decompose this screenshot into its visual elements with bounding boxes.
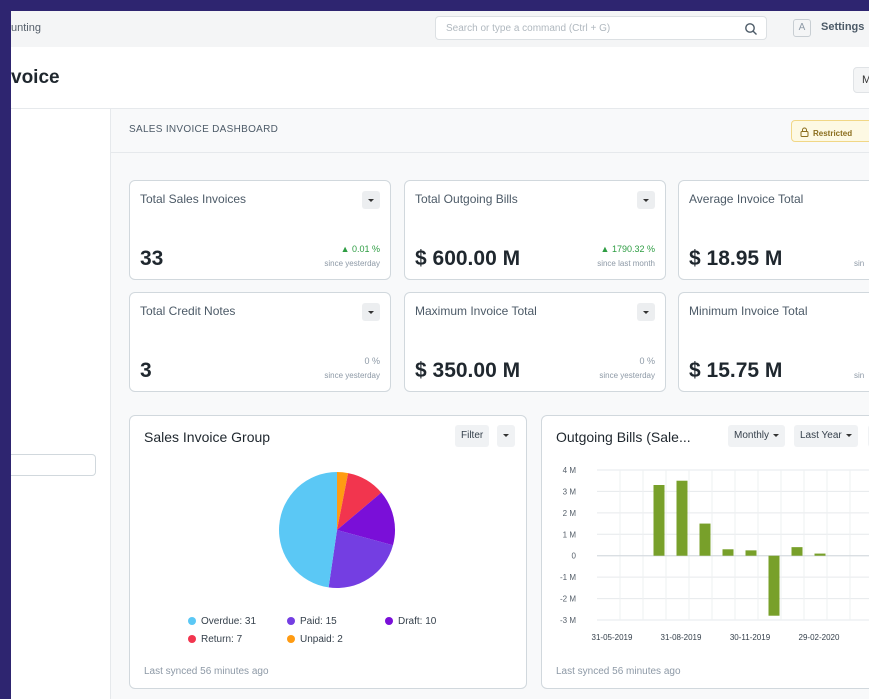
search-placeholder: Search or type a command (Ctrl + G) <box>446 23 611 34</box>
card-title: Minimum Invoice Total <box>689 304 808 318</box>
card-delta: 0 % <box>364 356 380 366</box>
bar <box>699 523 711 556</box>
card-delta: 0 % <box>639 356 655 366</box>
restricted-label: Restricted <box>813 129 853 138</box>
legend-dot <box>287 635 295 643</box>
bar <box>814 553 826 556</box>
bar-chart: 4 M 3 M 2 M 1 M 0 -1 M -2 M -3 M 31-05-2019 31-08… <box>560 466 869 642</box>
card-since: sin <box>854 259 865 268</box>
settings-menu[interactable]: Settings <box>821 21 864 33</box>
x-tick-label: 31-08-2019 <box>661 633 702 642</box>
y-tick-label: 3 M <box>563 487 577 496</box>
card-value: $ 15.75 M <box>689 359 783 382</box>
card-since: since last month <box>597 259 655 268</box>
bar <box>653 485 665 556</box>
legend-label: Overdue: 31 <box>201 616 257 627</box>
card-dropdown-button[interactable] <box>362 303 380 321</box>
card-total-sales-invoices: Total Sales Invoices 33 ▲ 0.01 % since y… <box>129 180 391 280</box>
dashboard-title: SALES INVOICE DASHBOARD <box>129 124 279 135</box>
x-tick-label: 29-02-2020 <box>799 633 840 642</box>
legend-item-return: Return: 7 <box>188 634 242 645</box>
legend-dot <box>188 617 196 625</box>
legend-dot <box>188 635 196 643</box>
y-tick-label: 2 M <box>563 509 577 518</box>
legend-label: Paid: 15 <box>300 616 337 627</box>
app-window: unting Search or type a command (Ctrl + … <box>11 11 869 699</box>
legend-label: Return: 7 <box>201 634 243 645</box>
legend-item-unpaid: Unpaid: 2 <box>287 634 343 645</box>
card-since: sin <box>854 371 865 380</box>
app-brand[interactable]: unting <box>11 22 41 34</box>
legend-label: Unpaid: 2 <box>300 634 343 645</box>
card-total-credit-notes: Total Credit Notes 3 0 % since yesterday <box>129 292 391 392</box>
card-value: $ 18.95 M <box>689 247 783 270</box>
legend-item-overdue: Overdue: 31 <box>188 616 256 627</box>
dashboard-main: SALES INVOICE DASHBOARD Restricted Total… <box>110 109 869 699</box>
page-header: voice M <box>11 47 869 109</box>
legend-dot <box>385 617 393 625</box>
card-average-invoice-total: Average Invoice Total $ 18.95 M sin <box>678 180 869 280</box>
card-title: Total Outgoing Bills <box>415 192 518 206</box>
y-tick-label: -3 M <box>560 616 576 625</box>
dashboard-header: SALES INVOICE DASHBOARD Restricted <box>111 109 869 153</box>
legend-item-paid: Paid: 15 <box>287 616 337 627</box>
card-delta: ▲ 1790.32 % <box>600 244 655 254</box>
search-icon[interactable] <box>744 22 758 36</box>
card-since: since yesterday <box>599 371 655 380</box>
card-maximum-invoice-total: Maximum Invoice Total $ 350.00 M 0 % sin… <box>404 292 666 392</box>
card-dropdown-button[interactable] <box>362 191 380 209</box>
lock-icon <box>800 127 809 137</box>
card-value: $ 600.00 M <box>415 247 521 270</box>
sales-invoice-group-chart: Sales Invoice Group Filter Overdue: 31 P… <box>129 415 527 689</box>
bar <box>745 550 757 556</box>
bar <box>722 549 734 556</box>
y-tick-label: 0 <box>572 552 577 561</box>
x-tick-label: 31-05-2019 <box>592 633 633 642</box>
card-minimum-invoice-total: Minimum Invoice Total $ 15.75 M sin <box>678 292 869 392</box>
legend-label: Draft: 10 <box>398 616 437 627</box>
card-delta: ▲ 0.01 % <box>340 244 380 254</box>
card-title: Average Invoice Total <box>689 192 804 206</box>
card-value: $ 350.00 M <box>415 359 521 382</box>
y-tick-label: -2 M <box>560 595 576 604</box>
navbar: unting Search or type a command (Ctrl + … <box>11 11 869 47</box>
card-since: since yesterday <box>324 259 380 268</box>
legend-dot <box>287 617 295 625</box>
card-title: Total Sales Invoices <box>140 192 247 206</box>
card-title: Total Credit Notes <box>140 304 236 318</box>
card-title: Maximum Invoice Total <box>415 304 537 318</box>
chevron-down-icon <box>368 199 374 202</box>
x-tick-label: 30-11-2019 <box>730 633 771 642</box>
card-dropdown-button[interactable] <box>637 191 655 209</box>
page-title: voice <box>11 67 60 88</box>
card-value: 33 <box>140 247 164 270</box>
card-total-outgoing-bills: Total Outgoing Bills $ 600.00 M ▲ 1790.3… <box>404 180 666 280</box>
search-input[interactable]: Search or type a command (Ctrl + G) <box>435 16 767 40</box>
bar <box>791 547 803 556</box>
last-synced: Last synced 56 minutes ago <box>144 666 269 677</box>
pie-slice-overdue <box>279 472 337 588</box>
y-tick-label: -1 M <box>560 573 576 582</box>
card-dropdown-button[interactable] <box>637 303 655 321</box>
card-value: 3 <box>140 359 152 382</box>
last-synced: Last synced 56 minutes ago <box>556 666 681 677</box>
outgoing-bills-chart: Outgoing Bills (Sale... Monthly Last Yea… <box>541 415 869 689</box>
bar <box>676 480 688 556</box>
bar <box>768 555 780 616</box>
avatar[interactable]: A <box>793 19 811 37</box>
chevron-down-icon <box>643 311 649 314</box>
pie-chart <box>279 472 395 588</box>
chevron-down-icon <box>368 311 374 314</box>
menu-button[interactable]: M <box>853 67 869 93</box>
card-since: since yesterday <box>324 371 380 380</box>
restricted-badge: Restricted <box>791 120 869 142</box>
y-tick-label: 4 M <box>563 466 577 475</box>
legend-item-draft: Draft: 10 <box>385 616 436 627</box>
y-tick-label: 1 M <box>563 530 577 539</box>
chevron-down-icon <box>643 199 649 202</box>
sidebar-filter-input[interactable] <box>11 454 96 476</box>
